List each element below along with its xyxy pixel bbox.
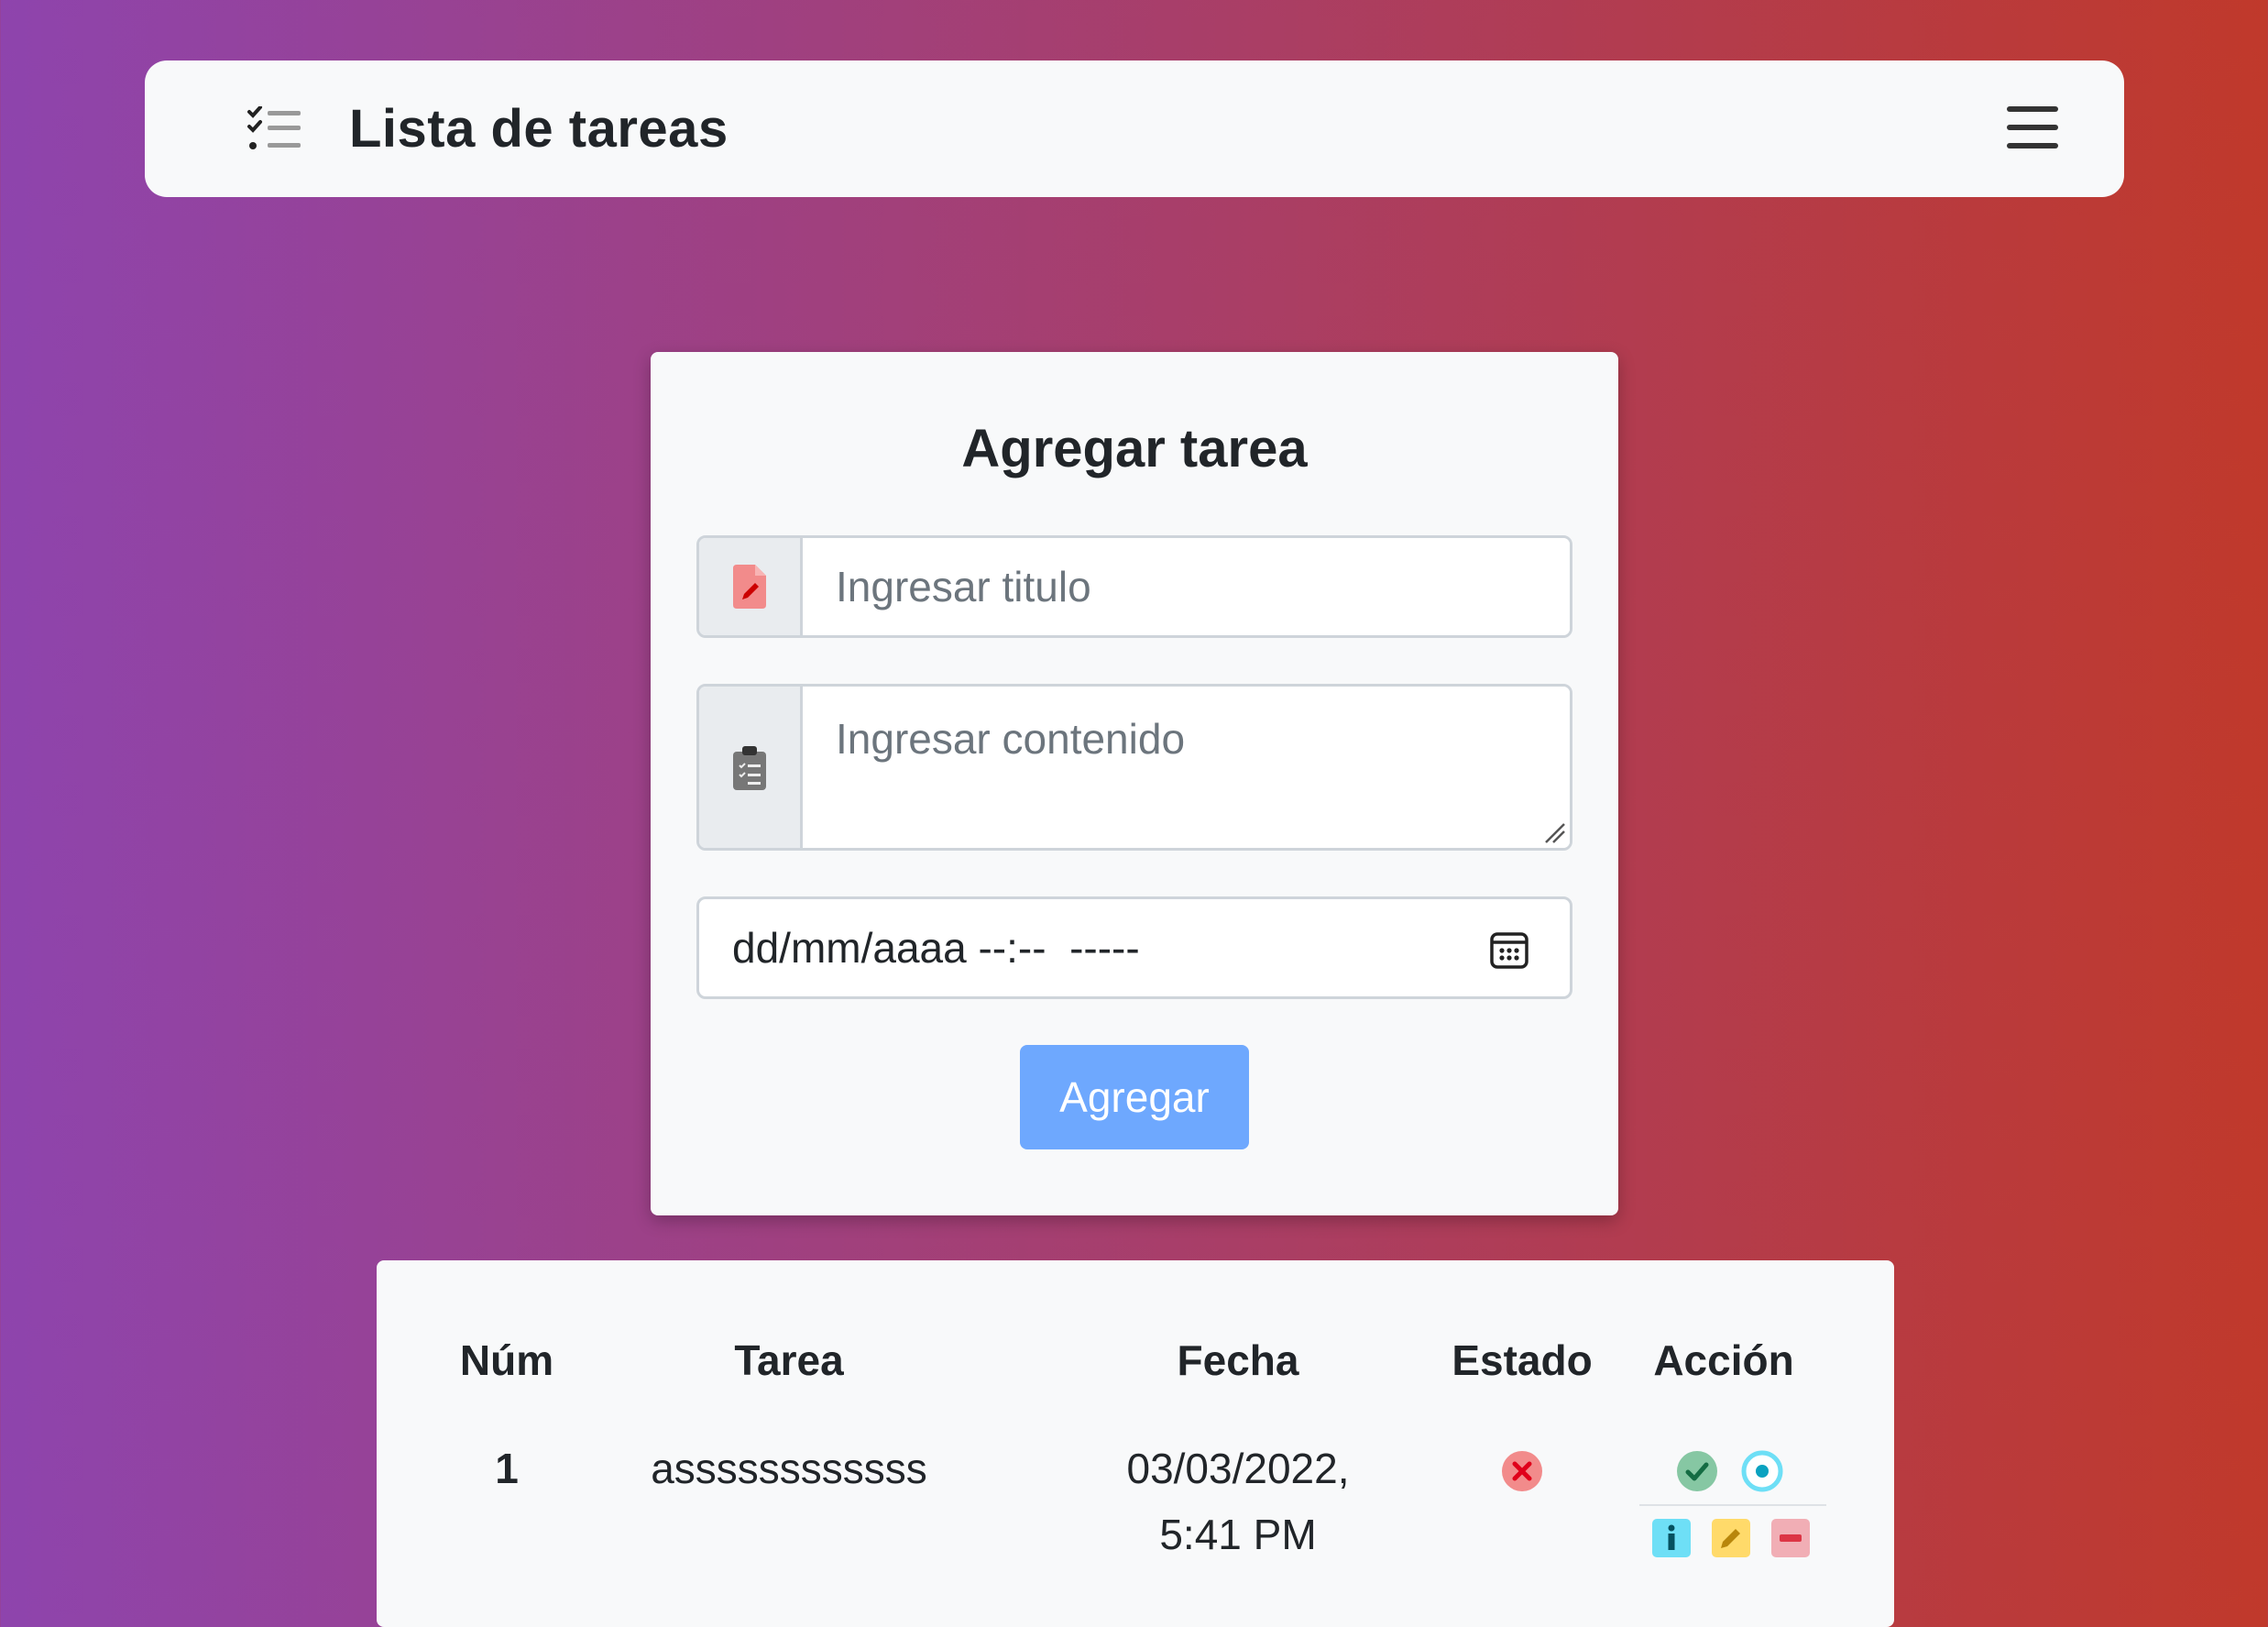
- content-textarea[interactable]: [803, 687, 1570, 848]
- calendar-icon[interactable]: [1489, 929, 1529, 970]
- header-tarea: Tarea: [734, 1336, 844, 1384]
- check-circle-icon[interactable]: [1676, 1450, 1718, 1492]
- row-fecha-time: 5:41 PM: [1159, 1511, 1317, 1558]
- row-num: 1: [495, 1445, 519, 1492]
- dash-square-icon[interactable]: [1771, 1519, 1810, 1557]
- navbar-title[interactable]: Lista de tareas: [349, 60, 729, 197]
- tasks-table: Núm Tarea Fecha Estado Acción 1 asssssss…: [377, 1260, 1894, 1627]
- clipboard-list-icon: [733, 746, 766, 790]
- row-fecha-date: 03/03/2022,: [1126, 1445, 1350, 1492]
- pencil-square-icon[interactable]: [1712, 1519, 1750, 1557]
- title-addon: [699, 538, 803, 635]
- content-addon: [699, 687, 803, 848]
- header-accion: Acción: [1653, 1336, 1794, 1384]
- content-input-group: [696, 684, 1572, 851]
- header-fecha: Fecha: [1177, 1336, 1299, 1384]
- title-input-group: [696, 535, 1572, 638]
- header-num: Núm: [459, 1336, 554, 1384]
- hamburger-icon[interactable]: [2007, 106, 2058, 152]
- datetime-input[interactable]: dd/mm/aaaa --:-- -----: [696, 896, 1572, 999]
- x-circle-icon[interactable]: [1501, 1450, 1543, 1492]
- action-divider: [1639, 1504, 1826, 1506]
- row-tarea: assssssssssss: [651, 1445, 927, 1492]
- datetime-placeholder: dd/mm/aaaa --:-- -----: [732, 924, 1140, 972]
- task-list-icon: [247, 106, 301, 149]
- record-circle-icon[interactable]: [1741, 1450, 1783, 1492]
- file-edit-icon: [733, 565, 766, 609]
- add-task-button[interactable]: Agregar: [1020, 1045, 1249, 1149]
- form-title: Agregar tarea: [961, 419, 1308, 478]
- navbar: Lista de tareas: [145, 60, 2124, 197]
- resize-handle-icon[interactable]: [1542, 820, 1566, 844]
- title-input[interactable]: [803, 538, 1570, 635]
- info-square-icon[interactable]: [1652, 1519, 1691, 1557]
- add-task-card: Agregar tarea Ingresar titulo Ingresar c…: [651, 352, 1618, 1215]
- header-estado: Estado: [1452, 1336, 1593, 1384]
